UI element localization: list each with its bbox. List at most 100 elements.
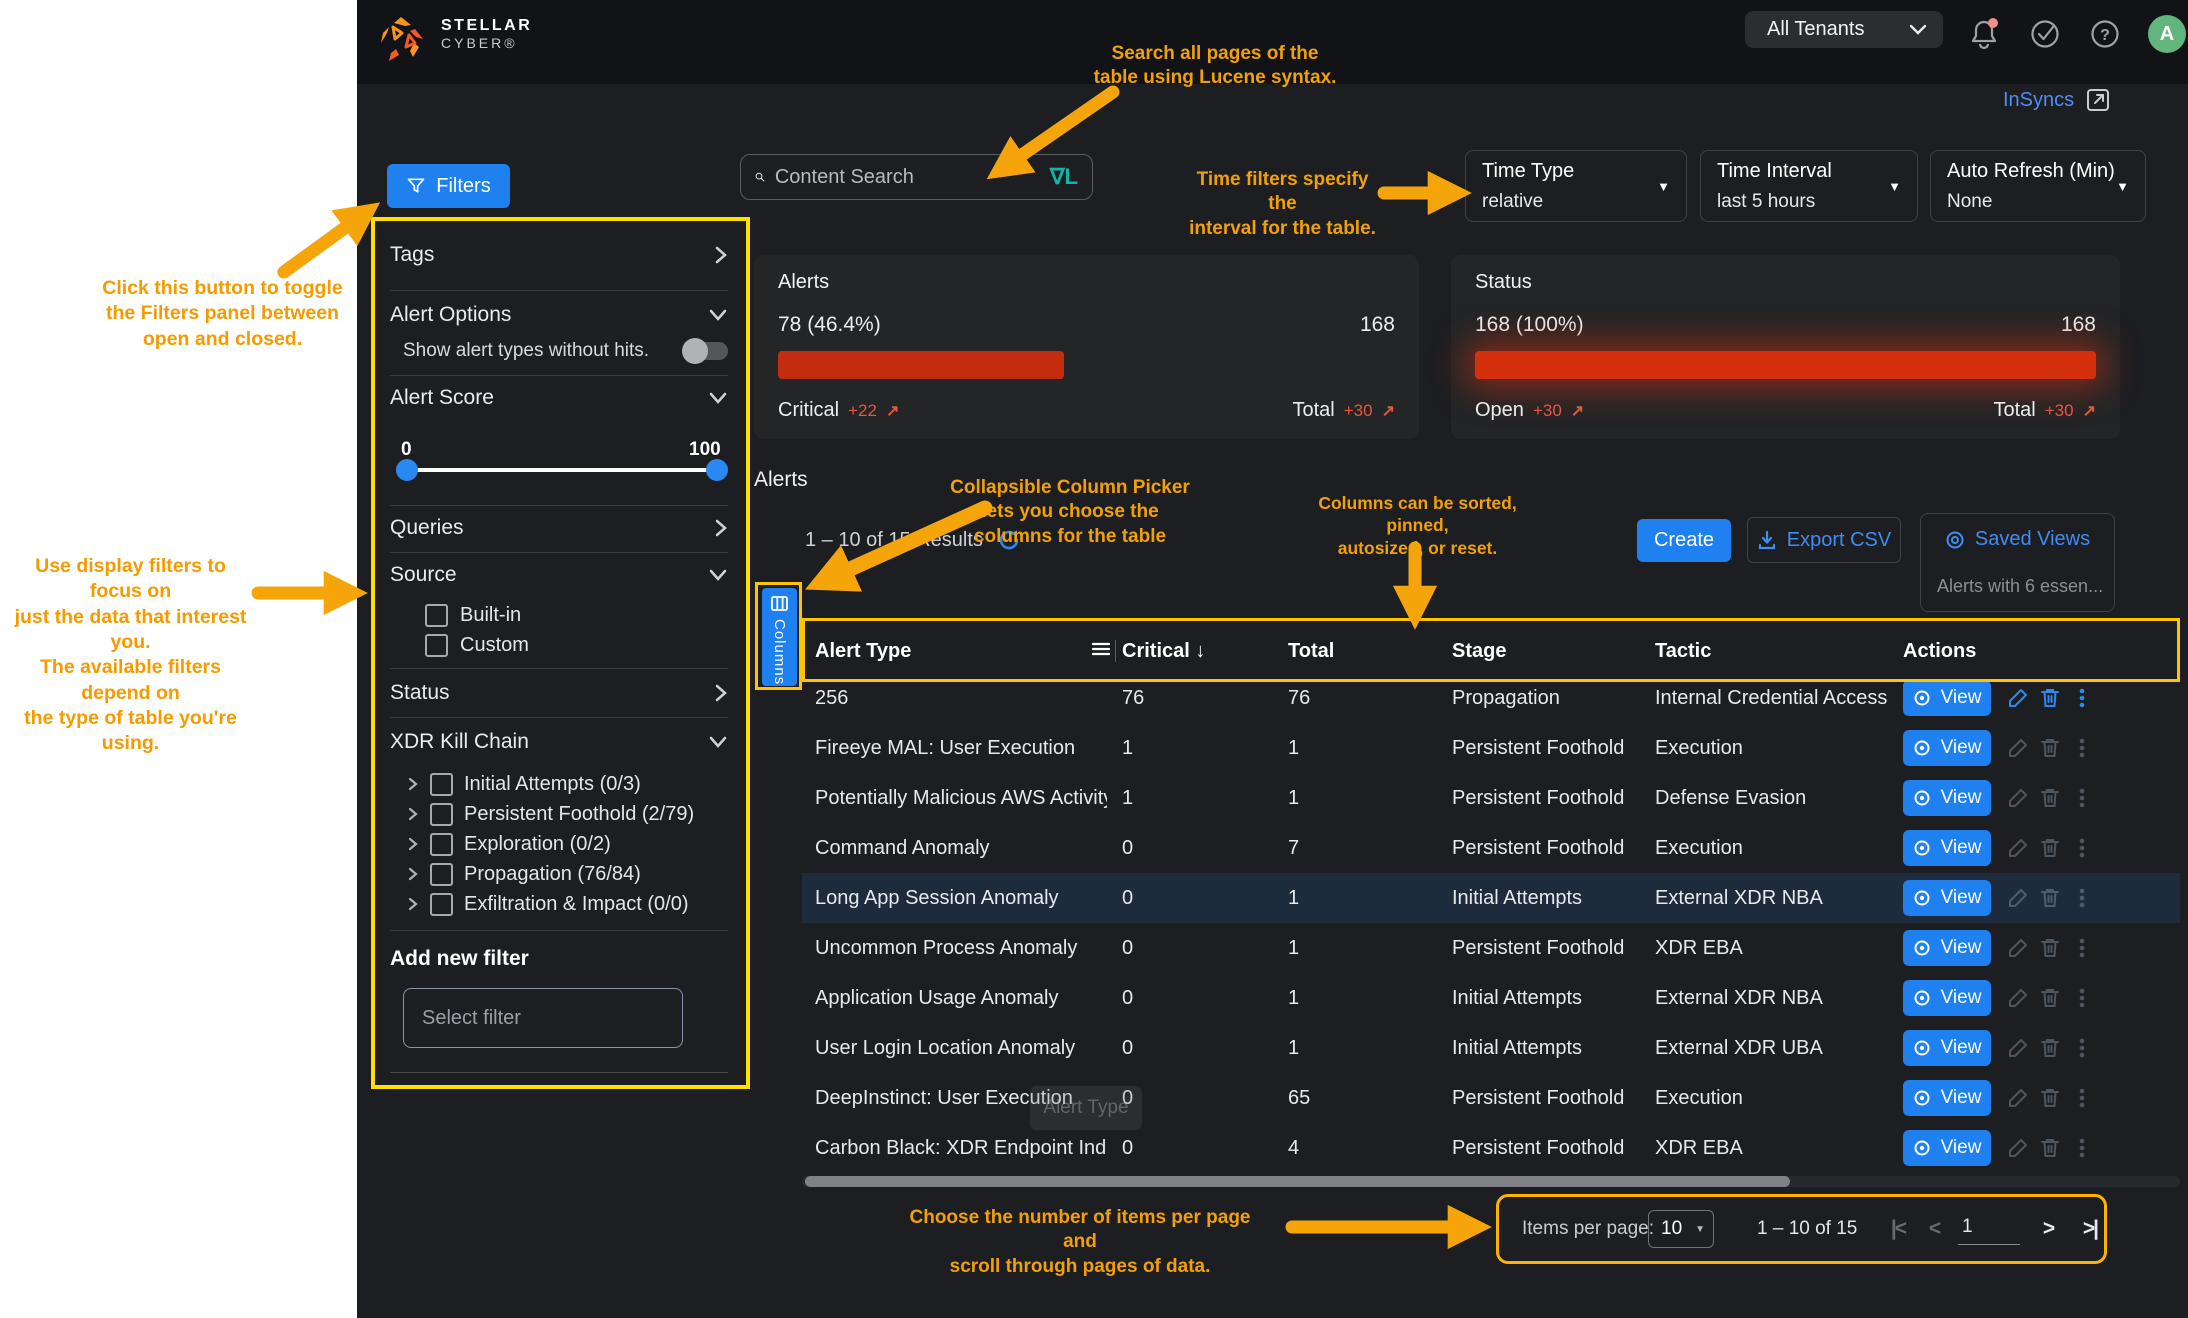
more-options-icon[interactable] xyxy=(2070,986,2094,1010)
slider-handle-min[interactable] xyxy=(396,459,418,481)
view-button[interactable]: View xyxy=(1903,730,1991,766)
more-options-icon[interactable] xyxy=(2070,686,2094,710)
cell-tactic: XDR EBA xyxy=(1655,1123,1743,1173)
expand-chevron-icon[interactable] xyxy=(407,806,419,822)
filters-toggle-button[interactable]: Filters xyxy=(387,164,510,208)
table-row[interactable]: Command Anomaly07Persistent FootholdExec… xyxy=(802,823,2180,873)
slider-handle-max[interactable] xyxy=(706,459,728,481)
table-row[interactable]: Application Usage Anomaly01Initial Attem… xyxy=(802,973,2180,1023)
view-button[interactable]: View xyxy=(1903,1080,1991,1116)
edit-icon[interactable] xyxy=(2006,1086,2030,1110)
table-row[interactable]: Fireeye MAL: User Execution11Persistent … xyxy=(802,723,2180,773)
edit-icon[interactable] xyxy=(2006,786,2030,810)
filter-section-source[interactable]: Source xyxy=(390,557,728,593)
more-options-icon[interactable] xyxy=(2070,936,2094,960)
checkbox[interactable] xyxy=(430,773,453,796)
checkbox[interactable] xyxy=(430,893,453,916)
more-options-icon[interactable] xyxy=(2070,836,2094,860)
more-options-icon[interactable] xyxy=(2070,886,2094,910)
first-page-button[interactable]: |< xyxy=(1878,1194,1918,1264)
next-page-button[interactable]: > xyxy=(2034,1194,2064,1264)
table-row[interactable]: Uncommon Process Anomaly01Persistent Foo… xyxy=(802,923,2180,973)
filter-section-alert-score[interactable]: Alert Score xyxy=(390,380,728,416)
cell-tactic: XDR EBA xyxy=(1655,923,1743,973)
more-options-icon[interactable] xyxy=(2070,1036,2094,1060)
cell-total: 76 xyxy=(1288,673,1310,723)
expand-chevron-icon[interactable] xyxy=(407,896,419,912)
column-picker-button[interactable]: Columns xyxy=(762,588,797,686)
chevron-right-icon xyxy=(407,806,419,822)
items-per-page-select[interactable]: 10 ▼ xyxy=(1648,1210,1714,1248)
edit-icon[interactable] xyxy=(2006,936,2030,960)
delete-icon[interactable] xyxy=(2038,1136,2062,1160)
edit-icon[interactable] xyxy=(2006,986,2030,1010)
kill-chain-option: Propagation (76/84) xyxy=(407,861,641,887)
delete-icon[interactable] xyxy=(2038,936,2062,960)
table-row[interactable]: 2567676PropagationInternal Credential Ac… xyxy=(802,673,2180,723)
eye-icon xyxy=(1913,889,1931,907)
last-page-button[interactable]: >| xyxy=(2070,1194,2110,1264)
pagination-range: 1 – 10 of 15 xyxy=(1757,1218,1857,1240)
delete-icon[interactable] xyxy=(2038,1036,2062,1060)
edit-icon[interactable] xyxy=(2006,886,2030,910)
view-button[interactable]: View xyxy=(1903,780,1991,816)
view-button[interactable]: View xyxy=(1903,1130,1991,1166)
view-button[interactable]: View xyxy=(1903,1030,1991,1066)
delete-icon[interactable] xyxy=(2038,886,2062,910)
delete-icon[interactable] xyxy=(2038,786,2062,810)
checkbox[interactable] xyxy=(430,833,453,856)
delete-icon[interactable] xyxy=(2038,986,2062,1010)
delete-icon[interactable] xyxy=(2038,1086,2062,1110)
filter-section-alert-options[interactable]: Alert Options xyxy=(390,297,728,333)
page-number-input[interactable] xyxy=(1958,1214,2020,1245)
source-label: Source xyxy=(390,563,457,587)
filter-section-kill-chain[interactable]: XDR Kill Chain xyxy=(390,724,728,760)
more-options-icon[interactable] xyxy=(2070,786,2094,810)
checkbox[interactable] xyxy=(425,634,448,657)
more-options-icon[interactable] xyxy=(2070,736,2094,760)
table-row[interactable]: Long App Session Anomaly01Initial Attemp… xyxy=(802,873,2180,923)
edit-icon[interactable] xyxy=(2006,686,2030,710)
cell-critical: 0 xyxy=(1122,973,1133,1023)
column-menu-icon[interactable] xyxy=(1091,640,1111,663)
edit-icon[interactable] xyxy=(2006,836,2030,860)
checkbox[interactable] xyxy=(430,863,453,886)
kill-chain-option-label: Exfiltration & Impact (0/0) xyxy=(464,893,689,916)
brand-line-1: STELLAR xyxy=(441,17,532,35)
more-options-icon[interactable] xyxy=(2070,1086,2094,1110)
show-alert-types-toggle[interactable] xyxy=(684,342,728,360)
previous-page-button[interactable]: < xyxy=(1920,1194,1950,1264)
view-button-label: View xyxy=(1941,887,1982,909)
filter-section-tags[interactable]: Tags xyxy=(390,237,728,273)
more-options-icon[interactable] xyxy=(2070,1136,2094,1160)
delete-icon[interactable] xyxy=(2038,836,2062,860)
view-button[interactable]: View xyxy=(1903,880,1991,916)
select-filter-input[interactable] xyxy=(403,988,683,1048)
filter-section-queries[interactable]: Queries xyxy=(390,510,728,546)
kill-chain-option-label: Persistent Foothold (2/79) xyxy=(464,803,694,826)
checkbox[interactable] xyxy=(430,803,453,826)
delete-icon[interactable] xyxy=(2038,736,2062,760)
chevron-down-icon xyxy=(708,308,728,322)
eye-icon xyxy=(1913,839,1931,857)
view-button[interactable]: View xyxy=(1903,930,1991,966)
view-button[interactable]: View xyxy=(1903,980,1991,1016)
edit-icon[interactable] xyxy=(2006,736,2030,760)
expand-chevron-icon[interactable] xyxy=(407,776,419,792)
expand-chevron-icon[interactable] xyxy=(407,836,419,852)
table-row[interactable]: Potentially Malicious AWS Activity11Pers… xyxy=(802,773,2180,823)
delete-icon[interactable] xyxy=(2038,686,2062,710)
expand-chevron-icon[interactable] xyxy=(407,866,419,882)
edit-icon[interactable] xyxy=(2006,1036,2030,1060)
view-button[interactable]: View xyxy=(1903,680,1991,716)
checkbox[interactable] xyxy=(425,604,448,627)
horizontal-scrollbar-track[interactable] xyxy=(802,1176,2180,1187)
cell-total: 4 xyxy=(1288,1123,1299,1173)
table-row[interactable]: User Login Location Anomaly01Initial Att… xyxy=(802,1023,2180,1073)
filter-section-status[interactable]: Status xyxy=(390,675,728,711)
view-button[interactable]: View xyxy=(1903,830,1991,866)
edit-icon[interactable] xyxy=(2006,1136,2030,1160)
table-row[interactable]: DeepInstinct: User Execution065Persisten… xyxy=(802,1073,2180,1123)
table-row[interactable]: Carbon Black: XDR Endpoint Indicato04Per… xyxy=(802,1123,2180,1173)
horizontal-scrollbar-thumb[interactable] xyxy=(805,1176,1790,1187)
